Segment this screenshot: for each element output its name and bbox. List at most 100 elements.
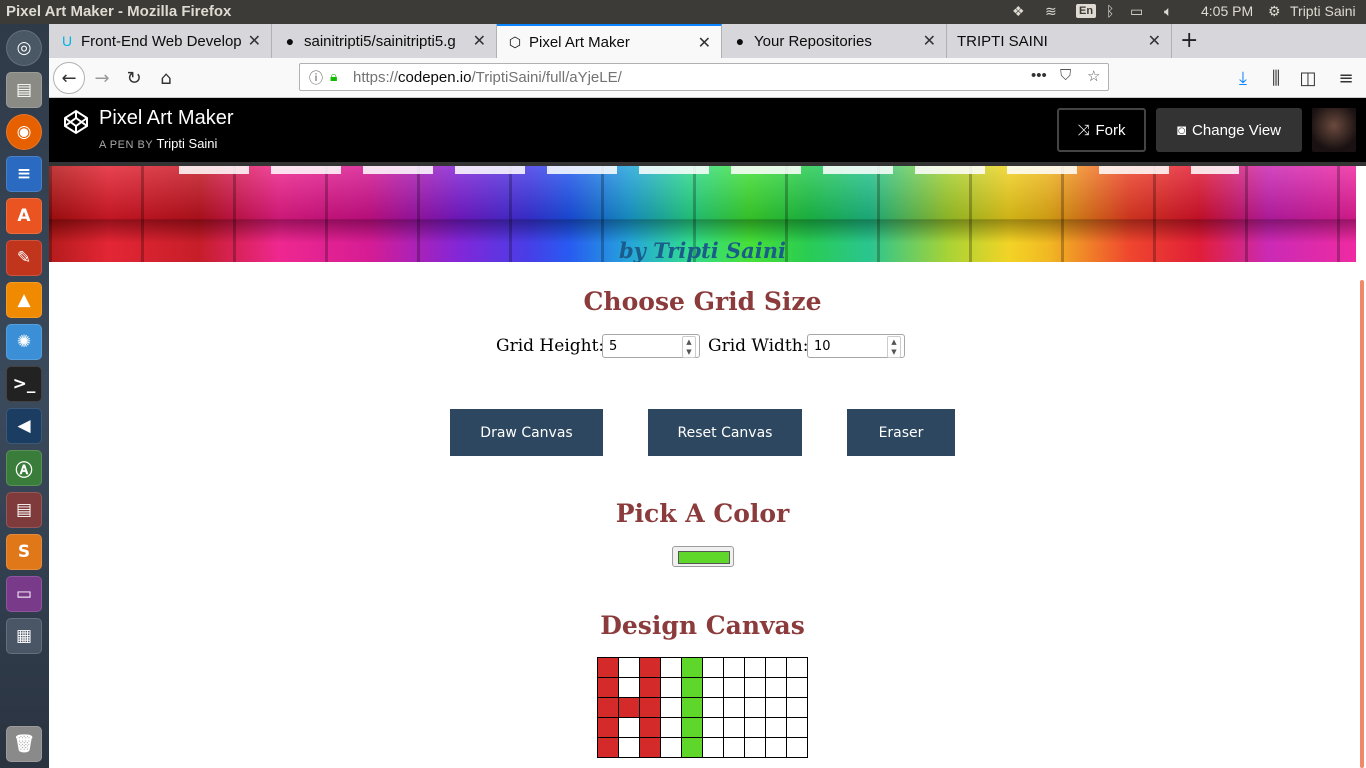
canvas-cell[interactable] [744, 717, 766, 738]
canvas-cell[interactable] [618, 677, 640, 698]
battery-icon[interactable]: ▭ [1130, 3, 1143, 20]
canvas-cell[interactable] [723, 677, 745, 698]
bookmark-star-icon[interactable]: ☆ [1087, 67, 1100, 85]
app-window-icon[interactable]: ▭ [6, 576, 42, 612]
updater-icon[interactable]: Ⓐ [6, 450, 42, 486]
page-scrollbar[interactable] [1360, 280, 1364, 768]
close-icon[interactable]: ✕ [923, 31, 936, 51]
url-bar[interactable]: ⓘ 🔒︎ https://codepen.io/TriptiSaini/full… [299, 63, 1109, 91]
canvas-cell[interactable] [660, 717, 682, 738]
reload-icon[interactable]: ↻ [120, 64, 148, 92]
canvas-cell[interactable] [786, 677, 808, 698]
software-center-icon[interactable]: A [6, 198, 42, 234]
canvas-cell[interactable] [786, 697, 808, 718]
vlc-icon[interactable]: ▲ [6, 282, 42, 318]
tab-your-repositories[interactable]: ● Your Repositories ✕ [722, 24, 947, 58]
tab-github-repo[interactable]: ● sainitripti5/sainitripti5.g ✕ [272, 24, 497, 58]
wifi-icon[interactable]: ≋ [1045, 3, 1057, 20]
info-icon[interactable]: ⓘ [309, 68, 323, 88]
canvas-cell[interactable] [681, 697, 703, 718]
kodi-icon[interactable]: ◀ [6, 408, 42, 444]
canvas-cell[interactable] [597, 657, 619, 678]
menu-hamburger-icon[interactable]: ≡ [1332, 64, 1360, 92]
canvas-cell[interactable] [786, 657, 808, 678]
canvas-cell[interactable] [618, 697, 640, 718]
clock[interactable]: 4:05 PM [1201, 3, 1253, 19]
sublime-text-icon[interactable]: S [6, 534, 42, 570]
system-tools-icon[interactable]: ✎ [6, 240, 42, 276]
settings-gear-icon[interactable]: ⚙ [1268, 3, 1281, 20]
canvas-cell[interactable] [681, 677, 703, 698]
dropbox-icon[interactable]: ❖ [1012, 3, 1025, 20]
canvas-cell[interactable] [660, 697, 682, 718]
canvas-cell[interactable] [618, 717, 640, 738]
close-icon[interactable]: ✕ [473, 31, 486, 51]
canvas-cell[interactable] [765, 717, 787, 738]
archive-icon[interactable]: ▤ [6, 492, 42, 528]
canvas-cell[interactable] [786, 737, 808, 758]
bluetooth-icon[interactable]: ᛒ [1106, 3, 1114, 19]
keyboard-layout-indicator[interactable]: En [1076, 4, 1097, 18]
grid-width-input[interactable]: 10 ▲ ▼ [807, 334, 905, 358]
tab-pixel-art-maker[interactable]: ⬡ Pixel Art Maker ✕ [497, 24, 722, 58]
canvas-cell[interactable] [723, 717, 745, 738]
color-picker[interactable] [672, 546, 734, 567]
close-icon[interactable]: ✕ [248, 31, 261, 51]
canvas-cell[interactable] [744, 697, 766, 718]
canvas-cell[interactable] [723, 737, 745, 758]
home-icon[interactable]: ⌂ [152, 64, 180, 92]
canvas-cell[interactable] [765, 677, 787, 698]
page-actions-icon[interactable]: ••• [1031, 67, 1047, 84]
canvas-cell[interactable] [618, 657, 640, 678]
canvas-cell[interactable] [639, 657, 661, 678]
canvas-cell[interactable] [639, 737, 661, 758]
canvas-cell[interactable] [765, 737, 787, 758]
forward-arrow-icon[interactable]: → [88, 64, 116, 92]
tab-front-end[interactable]: U Front-End Web Develop ✕ [49, 24, 272, 58]
canvas-cell[interactable] [597, 717, 619, 738]
tab-tripti-saini[interactable]: TRIPTI SAINI ✕ [947, 24, 1172, 58]
writer-icon[interactable]: ≡ [6, 156, 42, 192]
workspace-switcher-icon[interactable]: ▦ [6, 618, 42, 654]
terminal-icon[interactable]: >_ [6, 366, 42, 402]
trash-icon[interactable]: 🗑︎ [6, 726, 42, 762]
sidebar-icon[interactable]: ◫ [1294, 64, 1322, 92]
canvas-cell[interactable] [597, 737, 619, 758]
new-tab-plus-icon[interactable]: + [1180, 28, 1198, 53]
canvas-cell[interactable] [702, 737, 724, 758]
canvas-cell[interactable] [702, 717, 724, 738]
canvas-cell[interactable] [681, 657, 703, 678]
canvas-cell[interactable] [744, 657, 766, 678]
canvas-cell[interactable] [597, 697, 619, 718]
canvas-cell[interactable] [681, 717, 703, 738]
codepen-logo-icon[interactable] [63, 109, 89, 135]
canvas-cell[interactable] [618, 737, 640, 758]
library-icon[interactable]: ⫼ [1262, 64, 1290, 92]
user-name[interactable]: Tripti Saini [1290, 3, 1356, 19]
canvas-cell[interactable] [702, 657, 724, 678]
pocket-icon[interactable]: ⛉ [1060, 67, 1071, 84]
grid-height-spinner[interactable]: ▲ ▼ [682, 336, 696, 358]
canvas-cell[interactable] [744, 737, 766, 758]
draw-canvas-button[interactable]: Draw Canvas [450, 409, 603, 456]
canvas-cell[interactable] [639, 697, 661, 718]
canvas-cell[interactable] [786, 717, 808, 738]
canvas-cell[interactable] [639, 677, 661, 698]
canvas-cell[interactable] [723, 657, 745, 678]
canvas-cell[interactable] [702, 677, 724, 698]
volume-icon[interactable]: 🔈︎ [1164, 3, 1172, 20]
canvas-cell[interactable] [765, 657, 787, 678]
files-icon[interactable]: ▤ [6, 72, 42, 108]
change-view-button[interactable]: ◙ Change View [1156, 108, 1302, 152]
canvas-cell[interactable] [723, 697, 745, 718]
ubuntu-dash-icon[interactable]: ◎ [6, 30, 42, 66]
canvas-cell[interactable] [660, 737, 682, 758]
eraser-button[interactable]: Eraser [847, 409, 955, 456]
canvas-cell[interactable] [765, 697, 787, 718]
canvas-cell[interactable] [702, 697, 724, 718]
reset-canvas-button[interactable]: Reset Canvas [648, 409, 802, 456]
canvas-cell[interactable] [660, 657, 682, 678]
grid-width-spinner[interactable]: ▲ ▼ [887, 336, 901, 358]
grid-height-input[interactable]: 5 ▲ ▼ [602, 334, 700, 358]
canvas-cell[interactable] [639, 717, 661, 738]
